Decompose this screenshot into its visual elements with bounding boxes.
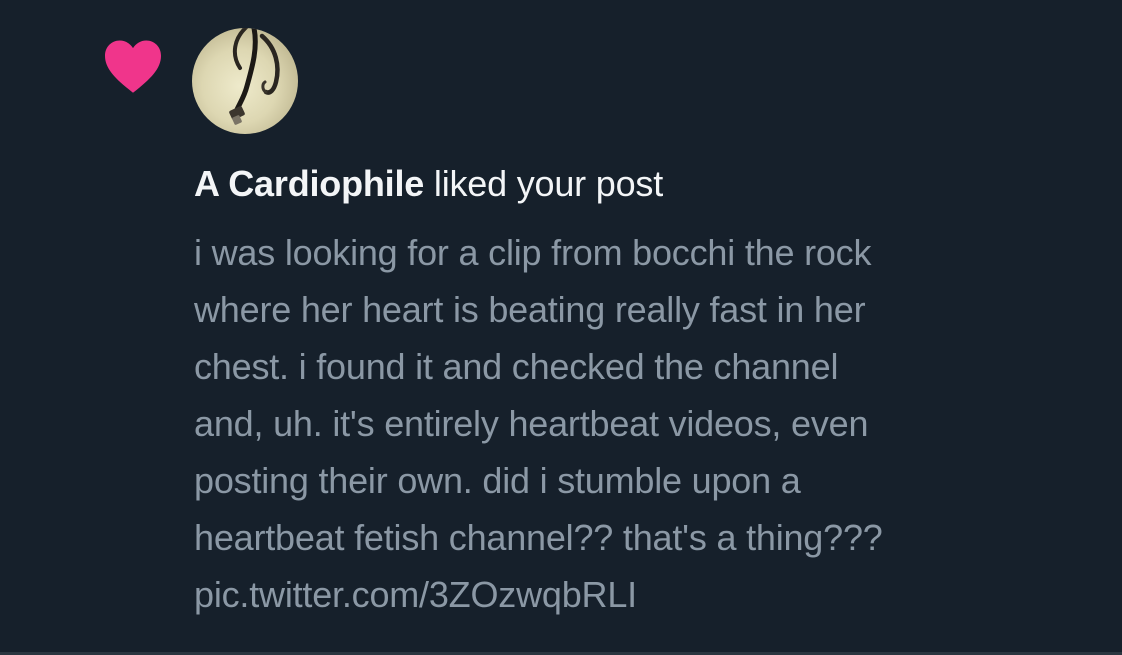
post-text-line: i was looking for a clip from bocchi the… — [194, 232, 872, 273]
post-text-line: posting their own. did i stumble upon a — [194, 460, 801, 501]
media-link[interactable]: pic.twitter.com/3ZOzwqbRLI — [194, 566, 1104, 623]
post-preview-text[interactable]: i was looking for a clip from bocchi the… — [194, 224, 1104, 623]
post-text-line: chest. i found it and checked the channe… — [194, 346, 839, 387]
notification-headline: A Cardiophile liked your post — [194, 162, 663, 206]
action-text: liked your post — [424, 163, 664, 204]
stethoscope-icon — [229, 28, 280, 125]
post-text-line: where her heart is beating really fast i… — [194, 289, 866, 330]
heart-icon — [105, 40, 161, 93]
post-text-line: and, uh. it's entirely heartbeat videos,… — [194, 403, 869, 444]
post-text-line: heartbeat fetish channel?? that's a thin… — [194, 517, 883, 558]
user-name-link[interactable]: A Cardiophile — [194, 163, 424, 204]
avatar[interactable] — [192, 28, 298, 134]
like-notification[interactable]: A Cardiophile liked your post i was look… — [0, 0, 1122, 655]
